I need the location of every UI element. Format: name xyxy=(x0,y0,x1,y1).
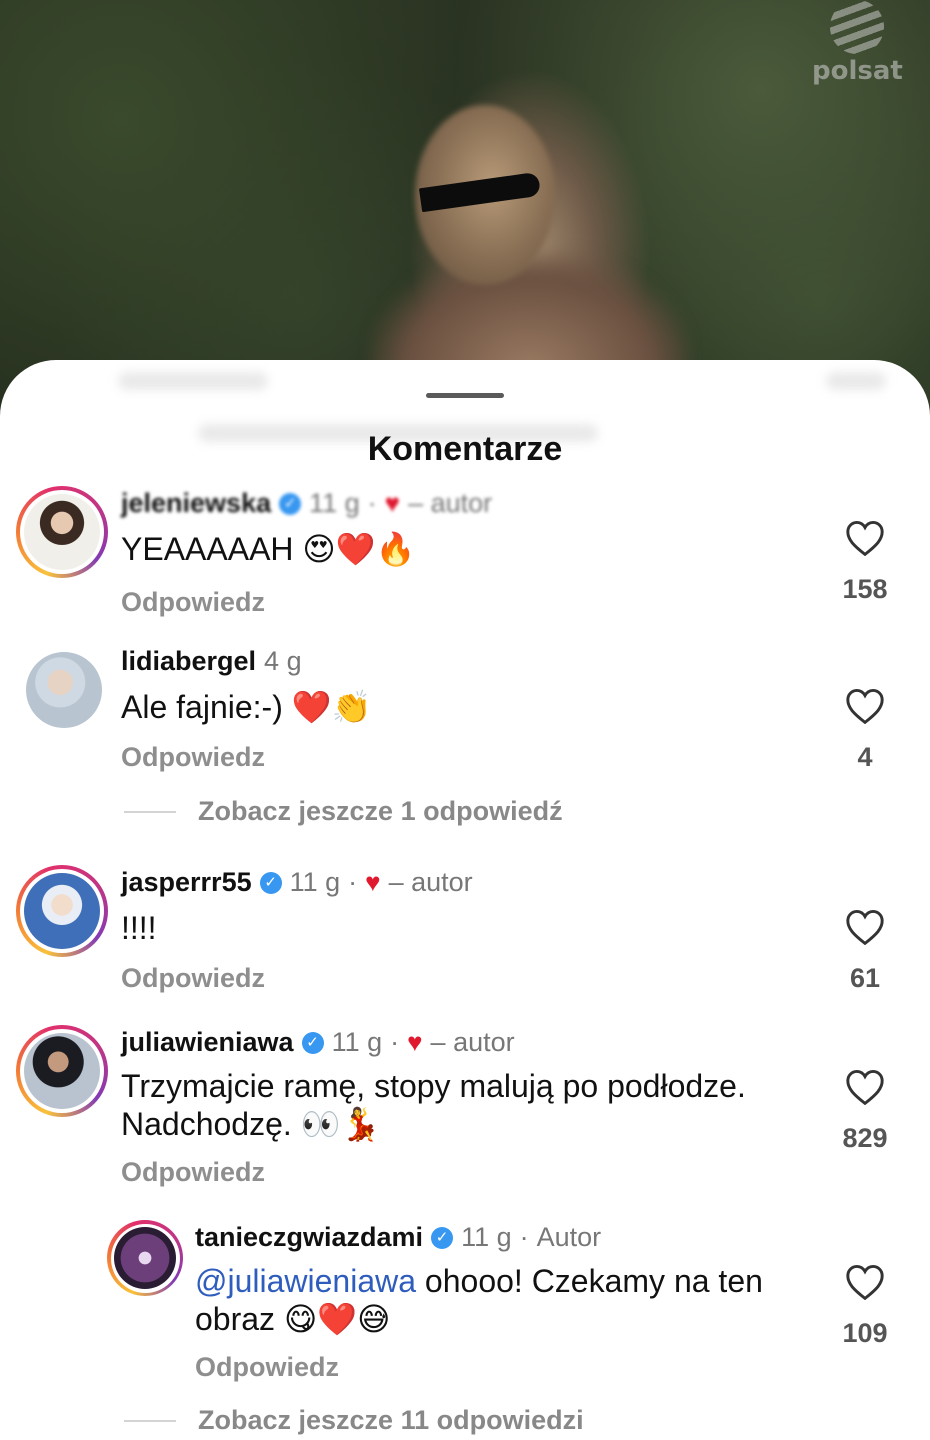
author-tag: Autor xyxy=(536,1222,602,1252)
polsat-logo-text: polsat xyxy=(812,56,903,86)
author-liked-heart-icon: ♥ xyxy=(365,867,381,897)
like-column: 158 xyxy=(815,520,915,605)
comment-username[interactable]: jasperrr55 xyxy=(121,867,252,898)
comment-text-line: Nadchodzę. 👀💃 xyxy=(121,1105,746,1143)
verified-badge-icon: ✓ xyxy=(259,871,282,894)
comment-time: 11 g xyxy=(289,867,341,897)
avatar[interactable] xyxy=(26,652,102,728)
comment-username[interactable]: tanieczgwiazdami xyxy=(195,1222,423,1253)
like-count: 158 xyxy=(842,574,888,604)
reply-button[interactable]: Odpowiedz xyxy=(121,963,265,994)
verified-badge-icon: ✓ xyxy=(301,1031,324,1054)
view-more-replies[interactable]: Zobacz jeszcze 1 odpowiedź xyxy=(124,796,563,827)
replies-divider-line xyxy=(124,1419,176,1422)
view-more-replies-label[interactable]: Zobacz jeszcze 11 odpowiedzi xyxy=(198,1405,584,1436)
comment-text-line: obraz 😋❤️😅 xyxy=(195,1300,763,1338)
avatar[interactable] xyxy=(114,1227,176,1289)
heart-outline-icon[interactable] xyxy=(845,1264,885,1300)
comment-text-line: Trzymajcie ramę, stopy malują po podłodz… xyxy=(121,1068,746,1104)
avatar-frame[interactable] xyxy=(18,644,110,736)
author-liked-heart-icon: ♥ xyxy=(384,488,401,518)
comment-text: YEAAAAAH 😍❤️🔥 xyxy=(121,530,415,568)
comment-text: @juliawieniawa ohooo! Czekamy na ten obr… xyxy=(195,1262,763,1338)
comment-text-content: Ale fajnie:-) xyxy=(121,689,283,725)
comment-text: Trzymajcie ramę, stopy malują po podłodz… xyxy=(121,1067,746,1143)
ghost-row xyxy=(826,372,886,390)
polsat-logo: polsat xyxy=(812,0,903,90)
avatar-story-ring[interactable] xyxy=(16,486,108,578)
like-count: 61 xyxy=(849,963,881,993)
author-liked-heart-icon: ♥ xyxy=(407,1027,423,1057)
view-more-replies-label[interactable]: Zobacz jeszcze 1 odpowiedź xyxy=(198,796,563,827)
comment-username[interactable]: juliawieniawa xyxy=(121,1027,294,1058)
like-count: 829 xyxy=(842,1123,888,1153)
author-tag: – autor xyxy=(388,867,473,897)
like-column: 61 xyxy=(815,909,915,994)
verified-badge-icon: ✓ xyxy=(279,492,302,515)
separator-dot: · xyxy=(519,1222,529,1252)
like-count: 109 xyxy=(842,1318,888,1348)
verified-badge-icon: ✓ xyxy=(431,1226,454,1249)
comment-text: Ale fajnie:-) ❤️👏 xyxy=(121,688,371,726)
comment-header: jeleniewska ✓ 11 g · ♥ – autor xyxy=(121,488,492,519)
separator-dot: · xyxy=(348,867,358,897)
heart-outline-icon[interactable] xyxy=(845,688,885,724)
comment-emojis: 😍❤️🔥 xyxy=(302,530,416,568)
comment-username[interactable]: jeleniewska xyxy=(121,488,271,519)
comment-text-content: Nadchodzę. xyxy=(121,1106,292,1142)
comment-text: !!!! xyxy=(121,909,157,947)
heart-outline-icon[interactable] xyxy=(845,909,885,945)
replies-divider-line xyxy=(124,810,176,813)
avatar-story-ring[interactable] xyxy=(16,1025,108,1117)
separator-dot: · xyxy=(367,488,377,518)
sheet-drag-handle[interactable] xyxy=(426,393,504,398)
comment-text-content: ohooo! Czekamy na ten xyxy=(424,1263,763,1299)
avatar[interactable] xyxy=(24,1033,100,1109)
comment-time: 11 g xyxy=(461,1222,512,1252)
comment-header: tanieczgwiazdami ✓ 11 g · Autor xyxy=(195,1222,601,1253)
author-tag: – autor xyxy=(408,488,493,518)
comment-emojis: ❤️👏 xyxy=(291,688,372,726)
comment-text-line: @juliawieniawa ohooo! Czekamy na ten xyxy=(195,1262,763,1300)
comment-text-content: !!!! xyxy=(121,910,157,946)
comments-sheet: Komentarze jeleniewska ✓ 11 g · ♥ – auto… xyxy=(0,360,930,1440)
reply-button[interactable]: Odpowiedz xyxy=(121,1157,265,1188)
avatar[interactable] xyxy=(24,494,100,570)
like-column: 4 xyxy=(815,688,915,773)
like-count: 4 xyxy=(857,742,873,772)
ghost-row xyxy=(118,372,268,390)
separator-dot: · xyxy=(390,1027,400,1057)
reply-button[interactable]: Odpowiedz xyxy=(121,742,265,773)
comment-header: lidiabergel 4 g xyxy=(121,646,302,677)
like-column: 829 xyxy=(815,1069,915,1154)
polsat-logo-mark xyxy=(830,0,884,54)
comment-emojis: 👀💃 xyxy=(300,1105,381,1143)
comment-text-content: YEAAAAAH xyxy=(121,531,294,567)
avatar-story-ring[interactable] xyxy=(16,865,108,957)
comment-time: 11 g xyxy=(331,1027,383,1057)
avatar-story-ring[interactable] xyxy=(107,1220,183,1296)
mention-link[interactable]: @juliawieniawa xyxy=(195,1263,416,1299)
heart-outline-icon[interactable] xyxy=(845,1069,885,1105)
comment-header: juliawieniawa ✓ 11 g · ♥ – autor xyxy=(121,1027,515,1058)
reply-button[interactable]: Odpowiedz xyxy=(195,1352,339,1383)
comment-time: 4 g xyxy=(264,646,302,676)
author-tag: – autor xyxy=(430,1027,515,1057)
heart-outline-icon[interactable] xyxy=(845,520,885,556)
like-column: 109 xyxy=(815,1264,915,1349)
comment-time: 11 g xyxy=(309,488,360,518)
reply-button[interactable]: Odpowiedz xyxy=(121,587,265,618)
comment-header: jasperrr55 ✓ 11 g · ♥ – autor xyxy=(121,867,473,898)
avatar[interactable] xyxy=(24,873,100,949)
view-more-replies[interactable]: Zobacz jeszcze 11 odpowiedzi xyxy=(124,1405,584,1436)
comment-username[interactable]: lidiabergel xyxy=(121,646,256,677)
comment-text-content: obraz xyxy=(195,1301,276,1337)
sheet-title: Komentarze xyxy=(367,430,563,468)
comment-emojis: 😋❤️😅 xyxy=(283,1300,391,1338)
